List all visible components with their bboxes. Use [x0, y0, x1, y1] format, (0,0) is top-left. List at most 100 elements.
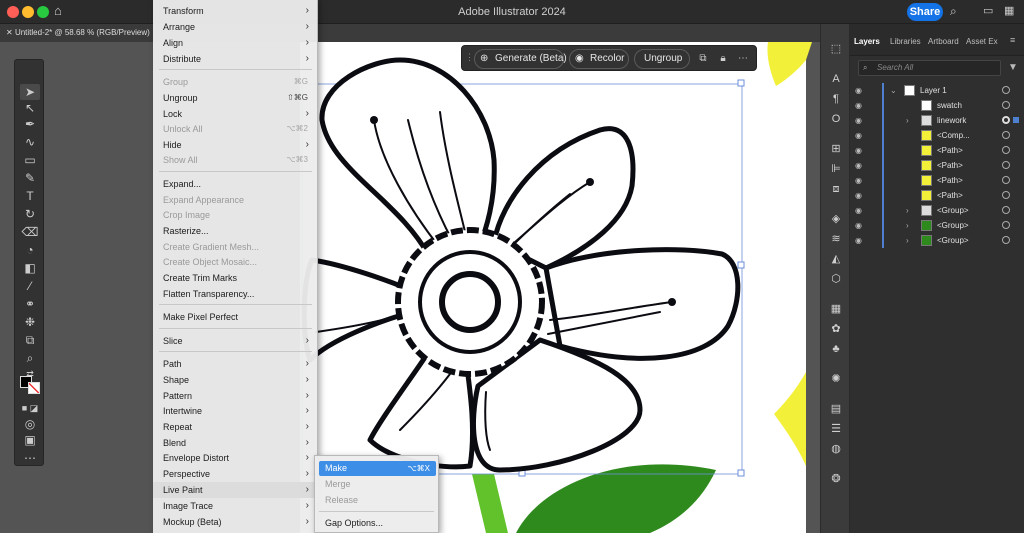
ungroup-button[interactable]: Ungroup: [634, 49, 690, 69]
artboard-tool-icon[interactable]: ⧉: [20, 332, 40, 348]
menu-item-align[interactable]: Align ›: [153, 35, 318, 51]
drag-handle-icon[interactable]: ⋮: [465, 52, 474, 63]
menu-item-crop-image[interactable]: Crop Image: [153, 207, 318, 223]
layer-row[interactable]: ◉ <Comp...: [850, 128, 1024, 143]
color-panel-icon[interactable]: ◍: [827, 442, 845, 456]
direct-selection-tool-icon[interactable]: ↖: [20, 100, 40, 116]
target-circle-icon[interactable]: [1002, 236, 1010, 244]
menu-item-live-paint[interactable]: Live Paint ›: [153, 482, 318, 498]
layer-row[interactable]: ◉ <Path>: [850, 143, 1024, 158]
menu-item-rasterize[interactable]: Rasterize...: [153, 223, 318, 239]
type-tool-icon[interactable]: T: [20, 188, 40, 204]
opentype-icon[interactable]: O: [827, 112, 845, 126]
lock-icon[interactable]: 🔒︎: [716, 51, 730, 67]
isolate-icon[interactable]: ⧉: [696, 51, 710, 67]
menu-item-blend[interactable]: Blend ›: [153, 435, 318, 451]
layer-row[interactable]: ◉ <Path>: [850, 188, 1024, 203]
eraser-tool-icon[interactable]: ⌫: [20, 224, 40, 240]
target-circle-icon[interactable]: [1002, 131, 1010, 139]
rotate-tool-icon[interactable]: ↻: [20, 206, 40, 222]
menu-item-group[interactable]: Group ⌘G: [153, 74, 318, 90]
gradient-tool-icon[interactable]: ◧: [20, 260, 40, 276]
color-guide-icon[interactable]: ✺: [827, 372, 845, 386]
menu-item-lock[interactable]: Lock ›: [153, 106, 318, 122]
menu-item-pattern[interactable]: Pattern ›: [153, 388, 318, 404]
expand-chevron-icon[interactable]: ›: [906, 113, 909, 128]
menu-item-show-all[interactable]: Show All ⌥⌘3: [153, 152, 318, 168]
menu-item-make-pixel-perfect[interactable]: Make Pixel Perfect: [153, 309, 318, 325]
yellow-shape-right[interactable]: [774, 372, 806, 466]
arrange-documents-icon[interactable]: ▦: [1004, 4, 1014, 17]
search-icon[interactable]: ⌕: [950, 4, 957, 19]
screen-mode-icon[interactable]: ▣: [20, 432, 40, 448]
menu-item-create-trim-marks[interactable]: Create Trim Marks: [153, 270, 318, 286]
paintbrush-tool-icon[interactable]: ✎: [20, 170, 40, 186]
yellow-shape-top[interactable]: [767, 42, 812, 86]
visibility-eye-icon[interactable]: ◉: [855, 128, 862, 143]
libraries-icon[interactable]: ❂: [827, 472, 845, 486]
rectangle-tool-icon[interactable]: ▭: [20, 152, 40, 168]
selected-art-indicator[interactable]: [1013, 117, 1019, 123]
menu-item-unlock-all[interactable]: Unlock All ⌥⌘2: [153, 121, 318, 137]
stroke-swatch[interactable]: [28, 382, 40, 394]
graphic-styles-icon[interactable]: ≋: [827, 232, 845, 246]
submenu-item-merge[interactable]: Merge: [319, 477, 436, 492]
recolor-button[interactable]: ◉ Recolor: [569, 49, 629, 69]
share-button[interactable]: Share: [907, 3, 943, 21]
selection-tool-icon[interactable]: ➤: [20, 84, 40, 100]
submenu-item-make[interactable]: Make ⌥⌘X: [319, 461, 436, 476]
pen-tool-icon[interactable]: ✒: [20, 116, 40, 132]
tab-asset-export[interactable]: Asset Ex: [966, 37, 998, 46]
target-circle-icon[interactable]: [1002, 191, 1010, 199]
visibility-eye-icon[interactable]: ◉: [855, 113, 862, 128]
target-circle-icon[interactable]: [1002, 146, 1010, 154]
more-options-icon[interactable]: ⋯: [736, 51, 750, 67]
visibility-eye-icon[interactable]: ◉: [855, 203, 862, 218]
layer-row[interactable]: ◉ › linework: [850, 113, 1024, 128]
stem[interactable]: [472, 474, 508, 533]
tab-libraries[interactable]: Libraries: [890, 37, 921, 46]
visibility-eye-icon[interactable]: ◉: [855, 173, 862, 188]
visibility-eye-icon[interactable]: ◉: [855, 188, 862, 203]
visibility-eye-icon[interactable]: ◉: [855, 158, 862, 173]
layer-row[interactable]: ◉ <Path>: [850, 173, 1024, 188]
layer-row[interactable]: ◉ swatch: [850, 98, 1024, 113]
target-circle-icon[interactable]: [1002, 206, 1010, 214]
layer-row[interactable]: ◉ › <Group>: [850, 203, 1024, 218]
gradient-panel-icon[interactable]: ▤: [827, 402, 845, 416]
menu-item-ungroup[interactable]: Ungroup ⇧⌘G: [153, 90, 318, 106]
submenu-item-release[interactable]: Release: [319, 493, 436, 508]
appearance-icon[interactable]: ◈: [827, 212, 845, 226]
character-icon[interactable]: A: [827, 72, 845, 86]
brushes-icon[interactable]: ✿: [827, 322, 845, 336]
transform-icon[interactable]: ⊞: [827, 142, 845, 156]
generate-beta-button[interactable]: ⊕ Generate (Beta): [474, 49, 567, 69]
more-tools-icon[interactable]: ⋯: [20, 450, 40, 466]
stroke-panel-icon[interactable]: ☰: [827, 422, 845, 436]
menu-item-intertwine[interactable]: Intertwine ›: [153, 403, 318, 419]
menu-item-transform[interactable]: Transform ›: [153, 3, 318, 19]
menu-item-expand[interactable]: Expand...: [153, 176, 318, 192]
visibility-eye-icon[interactable]: ◉: [855, 143, 862, 158]
visibility-eye-icon[interactable]: ◉: [855, 83, 862, 98]
menu-item-create-object-mosaic[interactable]: Create Object Mosaic...: [153, 254, 318, 270]
3d-materials-icon[interactable]: ⬡: [827, 272, 845, 286]
submenu-item-gap-options[interactable]: Gap Options...: [319, 516, 436, 531]
expand-chevron-icon[interactable]: ›: [906, 203, 909, 218]
menu-item-path[interactable]: Path ›: [153, 356, 318, 372]
target-circle-icon[interactable]: [1002, 161, 1010, 169]
menu-item-arrange[interactable]: Arrange ›: [153, 19, 318, 35]
shape-builder-tool-icon[interactable]: ◔: [20, 242, 40, 258]
menu-item-perspective[interactable]: Perspective ›: [153, 466, 318, 482]
target-circle-icon[interactable]: [1002, 101, 1010, 109]
workspace-icon[interactable]: ▭: [983, 4, 993, 17]
symbols-icon[interactable]: ♣: [827, 342, 845, 356]
leaf[interactable]: [516, 464, 716, 533]
menu-item-create-gradient-mesh[interactable]: Create Gradient Mesh...: [153, 239, 318, 255]
zoom-tool-icon[interactable]: ⌕: [20, 350, 40, 366]
align-icon[interactable]: ⊫: [827, 162, 845, 176]
pathfinder-icon[interactable]: ⧈: [827, 182, 845, 196]
expand-chevron-icon[interactable]: ›: [906, 233, 909, 248]
panel-menu-icon[interactable]: ≡: [1010, 35, 1015, 45]
transparency-icon[interactable]: ◭: [827, 252, 845, 266]
